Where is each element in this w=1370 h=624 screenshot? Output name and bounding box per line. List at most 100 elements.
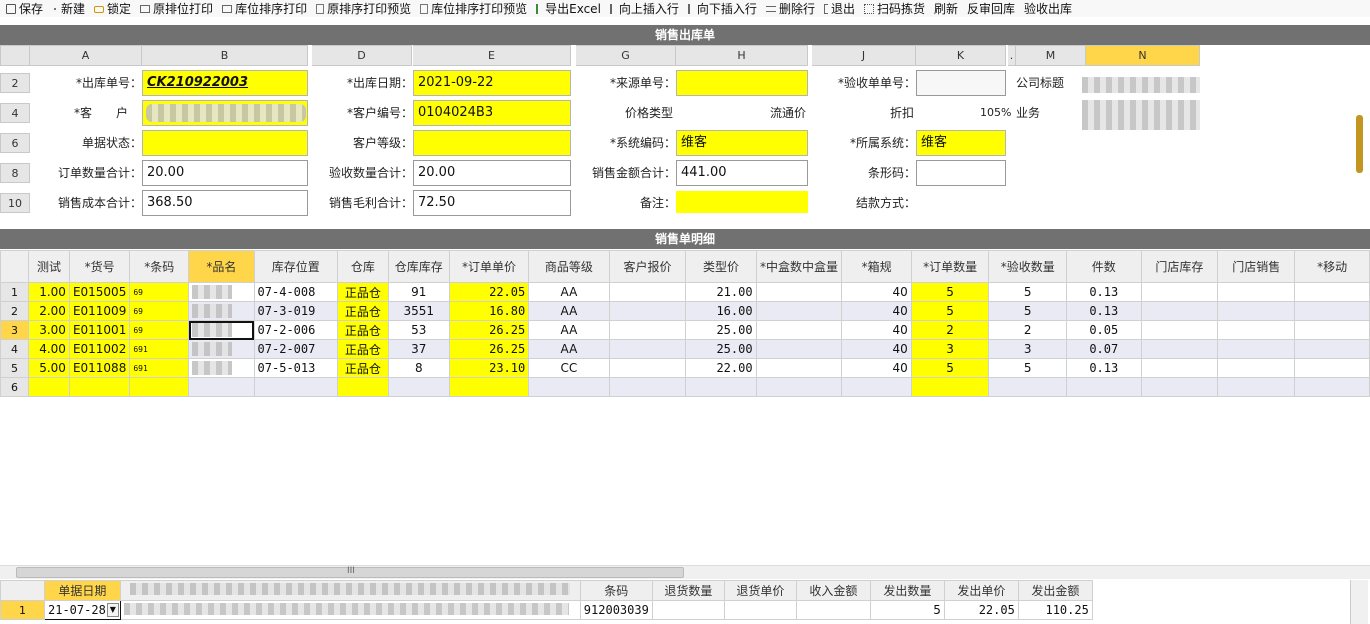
qty-total-field[interactable]: 20.00 bbox=[142, 160, 308, 186]
detail-cell[interactable]: 07-3-019 bbox=[253, 301, 338, 321]
detail-cell[interactable]: 40 bbox=[841, 282, 912, 302]
toolbar-button-7[interactable]: 导出Excel bbox=[530, 0, 604, 17]
history-corner[interactable] bbox=[0, 580, 45, 601]
detail-cell[interactable] bbox=[755, 282, 843, 302]
column-header[interactable]: J bbox=[812, 45, 916, 66]
corner-cell[interactable] bbox=[0, 45, 30, 66]
detail-column-header[interactable]: *货号 bbox=[68, 250, 131, 283]
column-header[interactable]: H bbox=[676, 45, 808, 66]
detail-cell[interactable] bbox=[188, 339, 255, 359]
row-number[interactable]: 4 bbox=[0, 339, 29, 359]
table-row[interactable]: 6 bbox=[0, 377, 1370, 397]
detail-column-header[interactable]: 门店库存 bbox=[1140, 250, 1219, 283]
toolbar-button-5[interactable]: 原排序打印预览 bbox=[310, 0, 414, 17]
detail-cell[interactable] bbox=[1294, 301, 1370, 321]
column-header[interactable]: B bbox=[142, 45, 308, 66]
column-header[interactable]: K bbox=[916, 45, 1006, 66]
detail-cell[interactable]: 22.00 bbox=[685, 358, 757, 378]
detail-cell[interactable]: 正品仓 bbox=[336, 320, 389, 340]
toolbar-button-14[interactable]: 反审回库 bbox=[961, 0, 1018, 17]
detail-cell[interactable]: 1.00 bbox=[27, 282, 70, 302]
detail-cell[interactable] bbox=[685, 377, 757, 397]
detail-column-header[interactable]: 件数 bbox=[1066, 250, 1142, 283]
detail-cell[interactable]: 23.10 bbox=[448, 358, 530, 378]
detail-column-header[interactable]: 测试 bbox=[27, 250, 70, 283]
detail-cell[interactable] bbox=[27, 377, 70, 397]
history-cell[interactable]: 912003039 bbox=[579, 600, 653, 620]
detail-cell[interactable]: 691 bbox=[129, 339, 190, 359]
detail-cell[interactable]: AA bbox=[528, 320, 610, 340]
detail-cell[interactable] bbox=[755, 320, 843, 340]
detail-column-header[interactable]: *中盒数中盒量 bbox=[755, 250, 843, 283]
history-vertical-scrollbar[interactable] bbox=[1350, 580, 1368, 624]
detail-cell[interactable] bbox=[755, 301, 843, 321]
history-column-header[interactable]: 退货数量 bbox=[651, 580, 725, 601]
detail-cell[interactable] bbox=[1217, 282, 1296, 302]
toolbar-button-6[interactable]: 库位排序打印预览 bbox=[414, 0, 530, 17]
detail-cell[interactable]: 07-4-008 bbox=[253, 282, 338, 302]
detail-column-header[interactable]: 库存位置 bbox=[253, 250, 338, 283]
detail-cell[interactable]: 正品仓 bbox=[336, 339, 389, 359]
detail-cell[interactable]: E011001 bbox=[68, 320, 131, 340]
detail-cell[interactable] bbox=[448, 377, 530, 397]
detail-cell[interactable]: 正品仓 bbox=[336, 282, 389, 302]
detail-cell[interactable] bbox=[528, 377, 610, 397]
detail-cell[interactable]: 0.05 bbox=[1066, 320, 1142, 340]
table-row[interactable]: 3 3.00 E011001 69 07-2-006 正品仓 53 26.25 AA 25.00 4… bbox=[0, 320, 1370, 340]
detail-cell[interactable]: 22.05 bbox=[448, 282, 530, 302]
detail-column-header[interactable]: 仓库 bbox=[336, 250, 389, 283]
detail-cell[interactable] bbox=[1294, 358, 1370, 378]
detail-cell[interactable] bbox=[1140, 377, 1219, 397]
detail-cell[interactable] bbox=[188, 301, 255, 321]
detail-cell[interactable] bbox=[1217, 339, 1296, 359]
detail-cell[interactable]: 8 bbox=[387, 358, 450, 378]
detail-cell[interactable]: 3.00 bbox=[27, 320, 70, 340]
detail-cell[interactable]: 07-2-007 bbox=[253, 339, 338, 359]
detail-cell[interactable]: 2 bbox=[910, 320, 990, 340]
toolbar-button-9[interactable]: 向下插入行 bbox=[682, 0, 760, 17]
history-cell[interactable] bbox=[795, 600, 871, 620]
detail-cell[interactable]: 69 bbox=[129, 282, 190, 302]
detail-cell[interactable] bbox=[1140, 301, 1219, 321]
detail-cell[interactable] bbox=[608, 301, 687, 321]
detail-cell[interactable]: 3 bbox=[988, 339, 1068, 359]
detail-cell[interactable] bbox=[608, 339, 687, 359]
column-header[interactable]: D bbox=[312, 45, 412, 66]
detail-cell[interactable] bbox=[1140, 320, 1219, 340]
date-cell[interactable]: 21-07-28 ▼ bbox=[44, 600, 121, 620]
detail-cell[interactable]: 4.00 bbox=[27, 339, 70, 359]
row-header[interactable]: 6 bbox=[0, 133, 30, 153]
remark-field[interactable] bbox=[676, 191, 808, 213]
vertical-scrollbar[interactable] bbox=[1356, 115, 1365, 175]
detail-cell[interactable] bbox=[1140, 339, 1219, 359]
detail-cell[interactable]: 25.00 bbox=[685, 320, 757, 340]
toolbar-button-10[interactable]: 删除行 bbox=[760, 0, 818, 17]
detail-column-header[interactable]: 门店销售 bbox=[1217, 250, 1296, 283]
history-column-header[interactable]: 发出单价 bbox=[943, 580, 1019, 601]
detail-cell[interactable] bbox=[129, 377, 190, 397]
toolbar-button-3[interactable]: 原排位打印 bbox=[134, 0, 216, 17]
horizontal-scroll-thumb[interactable]: III bbox=[16, 566, 684, 578]
detail-cell[interactable]: 07-5-013 bbox=[253, 358, 338, 378]
detail-cell[interactable]: 40 bbox=[841, 320, 912, 340]
detail-cell[interactable]: 正品仓 bbox=[336, 301, 389, 321]
toolbar-button-13[interactable]: 刷新 bbox=[928, 0, 961, 17]
detail-cell[interactable]: 正品仓 bbox=[336, 358, 389, 378]
toolbar-button-0[interactable]: 保存 bbox=[0, 0, 46, 17]
history-column-header[interactable]: 退货单价 bbox=[723, 580, 797, 601]
table-row[interactable]: 2 2.00 E011009 69 07-3-019 正品仓 3551 16.80 AA 16.0… bbox=[0, 301, 1370, 321]
detail-column-header[interactable]: 类型价 bbox=[685, 250, 757, 283]
out-date-field[interactable]: 2021-09-22 bbox=[413, 70, 571, 96]
detail-column-header[interactable]: *订单数量 bbox=[910, 250, 990, 283]
detail-cell[interactable] bbox=[1066, 377, 1142, 397]
detail-cell[interactable]: 53 bbox=[387, 320, 450, 340]
check-total-field[interactable]: 20.00 bbox=[413, 160, 571, 186]
detail-cell[interactable] bbox=[188, 320, 255, 340]
detail-cell[interactable]: CC bbox=[528, 358, 610, 378]
detail-cell[interactable] bbox=[188, 282, 255, 302]
detail-column-header[interactable]: *订单单价 bbox=[448, 250, 530, 283]
detail-column-header[interactable]: 客户报价 bbox=[608, 250, 687, 283]
history-column-header[interactable] bbox=[119, 580, 581, 601]
detail-cell[interactable]: 40 bbox=[841, 358, 912, 378]
detail-cell[interactable] bbox=[1140, 282, 1219, 302]
